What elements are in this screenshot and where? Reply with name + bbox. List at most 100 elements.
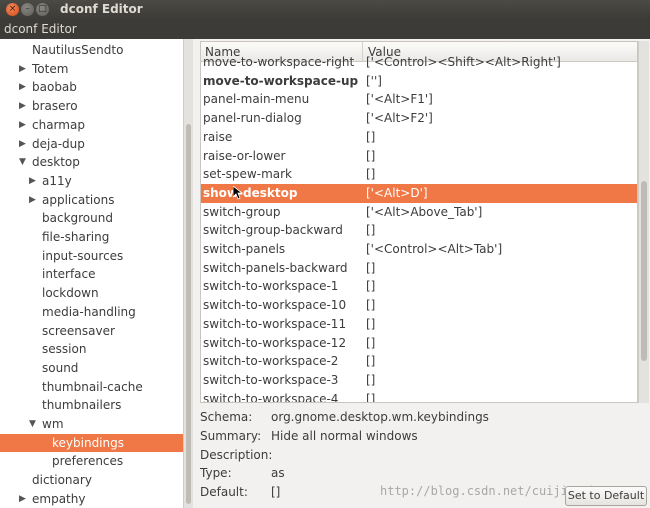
tree-item-desktop[interactable]: ▼ desktop (0, 153, 183, 172)
tree-item-label: charmap (32, 117, 85, 132)
tree-item-charmap[interactable]: ▶ charmap (0, 116, 183, 135)
table-row[interactable]: switch-group ['<Alt>Above_Tab'] (201, 203, 637, 222)
tree-scrollbar[interactable] (183, 39, 193, 508)
tree-item-background[interactable]: background (0, 209, 183, 228)
minimize-window-button[interactable]: – (21, 3, 34, 16)
table-scrollbar[interactable] (638, 41, 649, 403)
tree-item-label: brasero (32, 99, 78, 114)
table-row[interactable]: switch-to-workspace-12 [] (201, 334, 637, 353)
tree-item-baobab[interactable]: ▶ baobab (0, 78, 183, 97)
key-value-cell[interactable]: [] (366, 296, 375, 314)
table-row[interactable]: switch-to-workspace-3 [] (201, 371, 637, 390)
key-name-cell: switch-to-workspace-3 (203, 372, 339, 387)
table-row[interactable]: switch-panels ['<Control><Alt>Tab'] (201, 240, 637, 259)
key-value-cell[interactable]: [] (366, 259, 375, 277)
tree-item-input-sources[interactable]: input-sources (0, 247, 183, 266)
expander-collapsed-icon[interactable]: ▶ (19, 78, 26, 96)
key-value-cell[interactable]: [] (366, 315, 375, 333)
key-value-cell[interactable]: [] (366, 352, 375, 370)
table-row[interactable]: panel-main-menu ['<Alt>F1'] (201, 90, 637, 109)
table-row[interactable]: switch-to-workspace-1 [] (201, 277, 637, 296)
tree-item-brasero[interactable]: ▶ brasero (0, 97, 183, 116)
table-row[interactable]: move-to-workspace-right ['<Control><Shift… (201, 53, 637, 72)
tree-item-Totem[interactable]: ▶ Totem (0, 60, 183, 79)
tree-item-dictionary[interactable]: dictionary (0, 471, 183, 490)
tree-item-interface[interactable]: interface (0, 265, 183, 284)
tree-item-sound[interactable]: sound (0, 359, 183, 378)
expander-collapsed-icon[interactable]: ▶ (29, 172, 36, 190)
maximize-window-button[interactable]: □ (36, 3, 49, 16)
pane-divider[interactable] (193, 39, 200, 508)
key-name-cell: switch-to-workspace-12 (203, 335, 347, 350)
expander-expanded-icon[interactable]: ▼ (29, 415, 36, 433)
summary-value: Hide all normal windows (271, 429, 418, 443)
key-value-cell[interactable]: ['<Alt>F1'] (366, 90, 433, 108)
table-row[interactable]: switch-panels-backward [] (201, 259, 637, 278)
tree-item-keybindings[interactable]: keybindings (0, 433, 183, 453)
key-name-cell: switch-panels-backward (203, 260, 348, 275)
table-row[interactable]: move-to-workspace-up [''] (201, 72, 637, 91)
tree-item-session[interactable]: session (0, 340, 183, 359)
table-row[interactable]: switch-to-workspace-4 [] (201, 390, 637, 402)
app-menu[interactable]: dconf Editor (4, 22, 77, 36)
schema-tree[interactable]: NautilusSendto ▶ Totem ▶ baobab ▶ brasero ▶ char… (0, 39, 183, 508)
tree-item-file-sharing[interactable]: file-sharing (0, 228, 183, 247)
expander-collapsed-icon[interactable]: ▶ (29, 191, 36, 209)
close-window-button[interactable]: × (6, 3, 19, 16)
key-name-cell: move-to-workspace-right (203, 55, 355, 69)
tree-item-label: input-sources (42, 248, 124, 263)
tree-item-label: thumbnail-cache (42, 379, 143, 394)
tree-item-NautilusSendto[interactable]: NautilusSendto (0, 41, 183, 60)
table-row[interactable]: switch-to-workspace-11 [] (201, 315, 637, 334)
tree-item-applications[interactable]: ▶ applications (0, 191, 183, 210)
tree-item-thumbnail-cache[interactable]: thumbnail-cache (0, 378, 183, 397)
expander-expanded-icon[interactable]: ▼ (19, 153, 26, 171)
table-row[interactable]: set-spew-mark [] (201, 165, 637, 184)
key-value-cell[interactable]: ['<Control><Alt>Tab'] (366, 240, 502, 258)
tree-item-deja-dup[interactable]: ▶ deja-dup (0, 135, 183, 154)
tree-item-a11y[interactable]: ▶ a11y (0, 172, 183, 191)
table-row[interactable]: switch-to-workspace-2 [] (201, 352, 637, 371)
key-value-cell[interactable]: [] (366, 221, 375, 239)
key-value-cell[interactable]: ['<Alt>D'] (366, 184, 428, 202)
tree-item-label: dictionary (32, 473, 92, 488)
key-value-cell[interactable]: ['<Alt>F2'] (366, 109, 433, 127)
key-value-cell[interactable]: [] (366, 277, 375, 295)
key-value-cell[interactable]: ['<Control><Shift><Alt>Right'] (366, 53, 561, 71)
tree-scrollbar-thumb[interactable] (186, 124, 191, 504)
expander-collapsed-icon[interactable]: ▶ (19, 135, 26, 153)
key-value-cell[interactable]: [] (366, 128, 375, 146)
key-value-cell[interactable]: [''] (366, 72, 382, 90)
tree-item-label: session (42, 342, 87, 357)
key-value-cell[interactable]: [] (366, 147, 375, 165)
key-value-cell[interactable]: [] (366, 334, 375, 352)
tree-item-screensaver[interactable]: screensaver (0, 322, 183, 341)
key-value-cell[interactable]: [] (366, 371, 375, 389)
table-row[interactable]: switch-group-backward [] (201, 221, 637, 240)
tree-item-thumbnailers[interactable]: thumbnailers (0, 396, 183, 415)
table-row[interactable]: show-desktop ['<Alt>D'] (201, 183, 637, 203)
key-name-cell: switch-to-workspace-1 (203, 279, 339, 294)
table-row[interactable]: raise [] (201, 128, 637, 147)
key-value-cell[interactable]: [] (366, 390, 375, 402)
minimize-icon: – (25, 4, 30, 14)
table-scrollbar-thumb[interactable] (641, 181, 647, 361)
key-value-cell[interactable]: ['<Alt>Above_Tab'] (366, 203, 482, 221)
tree-item-label: keybindings (52, 435, 124, 450)
set-to-default-button[interactable]: Set to Default (565, 486, 647, 506)
keys-table[interactable]: Name Value move-to-workspace-right ['<Con… (200, 41, 638, 403)
expander-collapsed-icon[interactable]: ▶ (19, 490, 26, 508)
expander-collapsed-icon[interactable]: ▶ (19, 97, 26, 115)
tree-item-preferences[interactable]: preferences (0, 452, 183, 471)
tree-item-lockdown[interactable]: lockdown (0, 284, 183, 303)
tree-item-media-handling[interactable]: media-handling (0, 303, 183, 322)
type-row: Type: as (200, 464, 650, 483)
tree-item-wm[interactable]: ▼ wm (0, 415, 183, 434)
tree-item-empathy[interactable]: ▶ empathy (0, 490, 183, 508)
expander-collapsed-icon[interactable]: ▶ (19, 116, 26, 134)
table-row[interactable]: switch-to-workspace-10 [] (201, 296, 637, 315)
table-row[interactable]: raise-or-lower [] (201, 147, 637, 166)
expander-collapsed-icon[interactable]: ▶ (19, 60, 26, 78)
table-row[interactable]: panel-run-dialog ['<Alt>F2'] (201, 109, 637, 128)
key-value-cell[interactable]: [] (366, 165, 375, 183)
